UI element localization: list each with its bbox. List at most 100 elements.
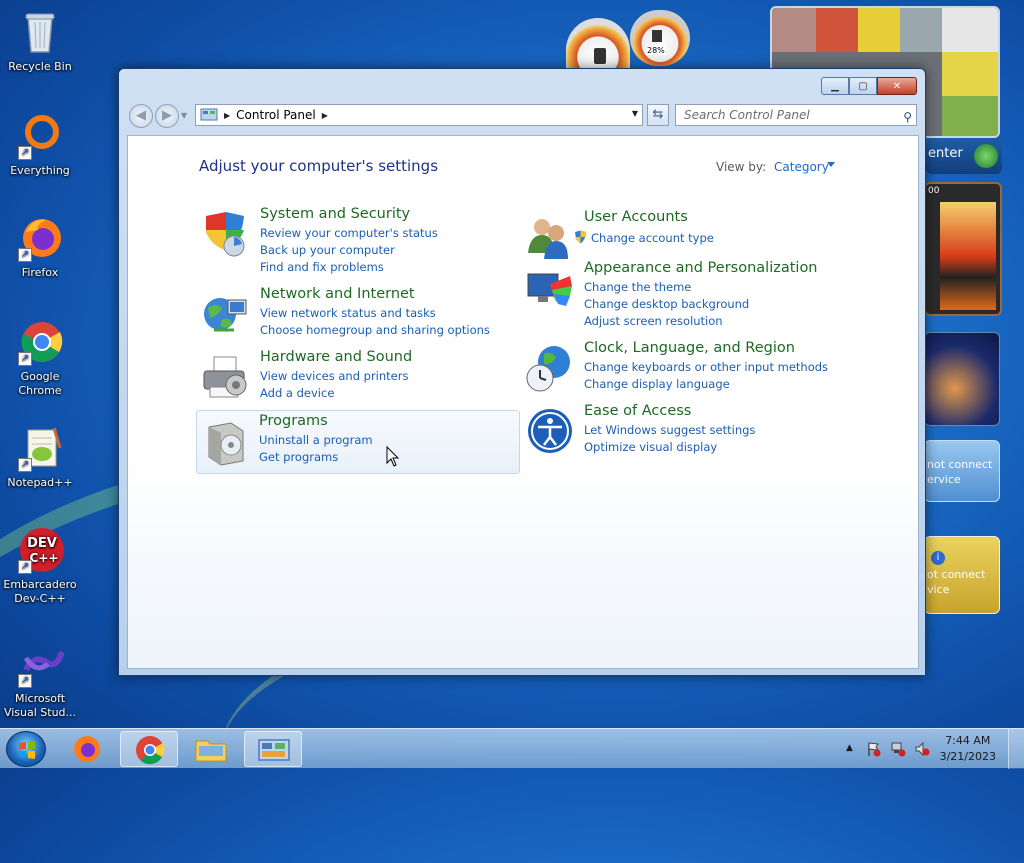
- address-bar[interactable]: ▶ Control Panel ▶ ▼: [195, 104, 643, 126]
- refresh-button[interactable]: ⇆: [647, 104, 669, 126]
- category-title-link[interactable]: Programs: [259, 413, 328, 429]
- firefox-icon: ↗: [16, 214, 64, 262]
- ease-of-access-icon: [524, 407, 574, 457]
- page-title: Adjust your computer's settings: [199, 157, 439, 175]
- desktop-icon-dev-cpp[interactable]: DEV C++ ↗ Embarcadero Dev-C++: [2, 526, 78, 606]
- breadcrumb-control-panel[interactable]: Control Panel: [236, 108, 316, 122]
- picture-puzzle-gadget[interactable]: 00: [924, 182, 1002, 316]
- desktop-icon-notepad-plus-plus[interactable]: ↗ Notepad++: [2, 424, 78, 490]
- control-panel-icon: [200, 108, 218, 121]
- category-title-link[interactable]: User Accounts: [584, 209, 688, 225]
- category-clock-language-and-region: Clock, Language, and Region Change keybo…: [522, 340, 842, 400]
- task-link[interactable]: Adjust screen resolution: [584, 314, 723, 328]
- back-button[interactable]: ◀: [129, 104, 153, 128]
- taskbar-firefox-button[interactable]: [58, 731, 116, 767]
- category-programs[interactable]: Programs Uninstall a program Get program…: [196, 410, 520, 474]
- uac-shield-icon: [575, 230, 586, 244]
- desktop-icon-recycle-bin[interactable]: Recycle Bin: [2, 8, 78, 74]
- task-link[interactable]: Change account type: [574, 230, 714, 245]
- category-title-link[interactable]: System and Security: [260, 206, 410, 222]
- task-link[interactable]: View network status and tasks: [260, 306, 436, 320]
- desktop-icon-visual-studio[interactable]: ↗ Microsoft Visual Stud...: [2, 640, 78, 720]
- category-title-link[interactable]: Hardware and Sound: [260, 349, 412, 365]
- currency-error-text: ot connect vice: [927, 568, 986, 596]
- jellyfish-slideshow-gadget[interactable]: [924, 332, 1000, 426]
- task-link[interactable]: Find and fix problems: [260, 260, 384, 274]
- category-title-link[interactable]: Ease of Access: [584, 403, 691, 419]
- weather-gadget[interactable]: not connect ervice: [924, 440, 1000, 502]
- clock-globe-icon: [524, 344, 574, 394]
- task-link[interactable]: Review your computer's status: [260, 226, 438, 240]
- svg-text:DEV: DEV: [27, 536, 57, 551]
- task-link[interactable]: Optimize visual display: [584, 440, 717, 454]
- desktop-icon-label: Embarcadero Dev-C++: [3, 578, 77, 605]
- task-link[interactable]: Add a device: [260, 386, 334, 400]
- shortcut-arrow-icon: ↗: [18, 146, 32, 160]
- maximize-button[interactable]: ▢: [849, 77, 877, 95]
- system-clock[interactable]: 7:44 AM 3/21/2023: [940, 733, 996, 765]
- cpu-meter-gadget[interactable]: [566, 18, 630, 74]
- breadcrumb-separator-icon[interactable]: ▶: [322, 111, 328, 120]
- task-link[interactable]: Uninstall a program: [259, 433, 373, 447]
- shortcut-arrow-icon: ↗: [18, 352, 32, 366]
- search-input[interactable]: Search Control Panel ⚲: [675, 104, 917, 126]
- media-center-icon: [974, 144, 998, 168]
- control-panel-window: ▁ ▢ ✕ ◀ ▶ ▼ ▶ Control Panel ▶ ▼ ⇆ Search…: [118, 68, 926, 676]
- network-status-icon[interactable]: [890, 741, 906, 757]
- recent-pages-dropdown[interactable]: ▼: [181, 111, 187, 120]
- task-link[interactable]: View devices and printers: [260, 369, 408, 383]
- taskbar-control-panel-button[interactable]: [244, 731, 302, 767]
- shortcut-arrow-icon: ↗: [18, 458, 32, 472]
- chevron-down-icon[interactable]: [827, 162, 835, 167]
- search-icon[interactable]: ⚲: [903, 107, 912, 127]
- address-dropdown-icon[interactable]: ▼: [632, 109, 638, 118]
- desktop-icon-everything[interactable]: ↗ Everything: [2, 112, 78, 178]
- control-panel-content: Adjust your computer's settings View by:…: [127, 135, 919, 669]
- shield-icon: [200, 210, 250, 260]
- show-desktop-button[interactable]: [1008, 729, 1024, 769]
- category-title-link[interactable]: Appearance and Personalization: [584, 260, 818, 276]
- start-button[interactable]: [6, 731, 46, 767]
- task-link[interactable]: Change keyboards or other input methods: [584, 360, 828, 374]
- minimize-button[interactable]: ▁: [821, 77, 849, 95]
- memory-meter-gadget[interactable]: 28%: [630, 10, 690, 66]
- shortcut-arrow-icon: ↗: [18, 560, 32, 574]
- task-link[interactable]: Choose homegroup and sharing options: [260, 323, 490, 337]
- view-by-dropdown[interactable]: Category: [774, 160, 829, 174]
- category-title-link[interactable]: Network and Internet: [260, 286, 415, 302]
- breadcrumb-separator-icon[interactable]: ▶: [224, 111, 230, 120]
- task-link[interactable]: Back up your computer: [260, 243, 395, 257]
- everything-icon: ↗: [16, 112, 64, 160]
- control-panel-icon: [258, 739, 290, 761]
- appearance-monitor-icon: [524, 264, 574, 314]
- search-placeholder: Search Control Panel: [684, 108, 810, 122]
- change-account-type-link[interactable]: Change account type: [591, 231, 714, 245]
- puzzle-counter: 00: [928, 186, 940, 196]
- task-link[interactable]: Change display language: [584, 377, 730, 391]
- task-link[interactable]: Change desktop background: [584, 297, 749, 311]
- close-button[interactable]: ✕: [877, 77, 917, 95]
- taskbar-explorer-button[interactable]: [182, 731, 240, 767]
- taskbar-chrome-button[interactable]: [120, 731, 178, 767]
- firefox-icon: [74, 736, 100, 762]
- dev-cpp-icon: DEV C++ ↗: [16, 526, 64, 574]
- clock-date: 3/21/2023: [939, 750, 996, 763]
- desktop-icon-firefox[interactable]: ↗ Firefox: [2, 214, 78, 280]
- task-link[interactable]: Let Windows suggest settings: [584, 423, 755, 437]
- meter-percent: 28%: [646, 46, 666, 55]
- recycle-bin-icon: [16, 8, 64, 56]
- view-by-label: View by:: [716, 160, 767, 174]
- volume-muted-icon[interactable]: [914, 741, 930, 757]
- desktop-icon-google-chrome[interactable]: ↗ Google Chrome: [2, 318, 78, 398]
- category-title-link[interactable]: Clock, Language, and Region: [584, 340, 795, 356]
- desktop-icon-label: Everything: [10, 164, 70, 177]
- forward-button[interactable]: ▶: [155, 104, 179, 128]
- media-center-gadget[interactable]: enter: [926, 140, 1002, 174]
- task-link[interactable]: Change the theme: [584, 280, 691, 294]
- category-appearance-and-personalization: Appearance and Personalization Change th…: [522, 260, 842, 328]
- taskbar: ▲ 7:44 AM 3/21/2023: [0, 728, 1024, 769]
- action-center-flag-icon[interactable]: [866, 741, 882, 757]
- show-hidden-icons-button[interactable]: ▲: [846, 743, 853, 753]
- task-link[interactable]: Get programs: [259, 450, 338, 464]
- currency-gadget[interactable]: i ot connect vice: [924, 536, 1000, 614]
